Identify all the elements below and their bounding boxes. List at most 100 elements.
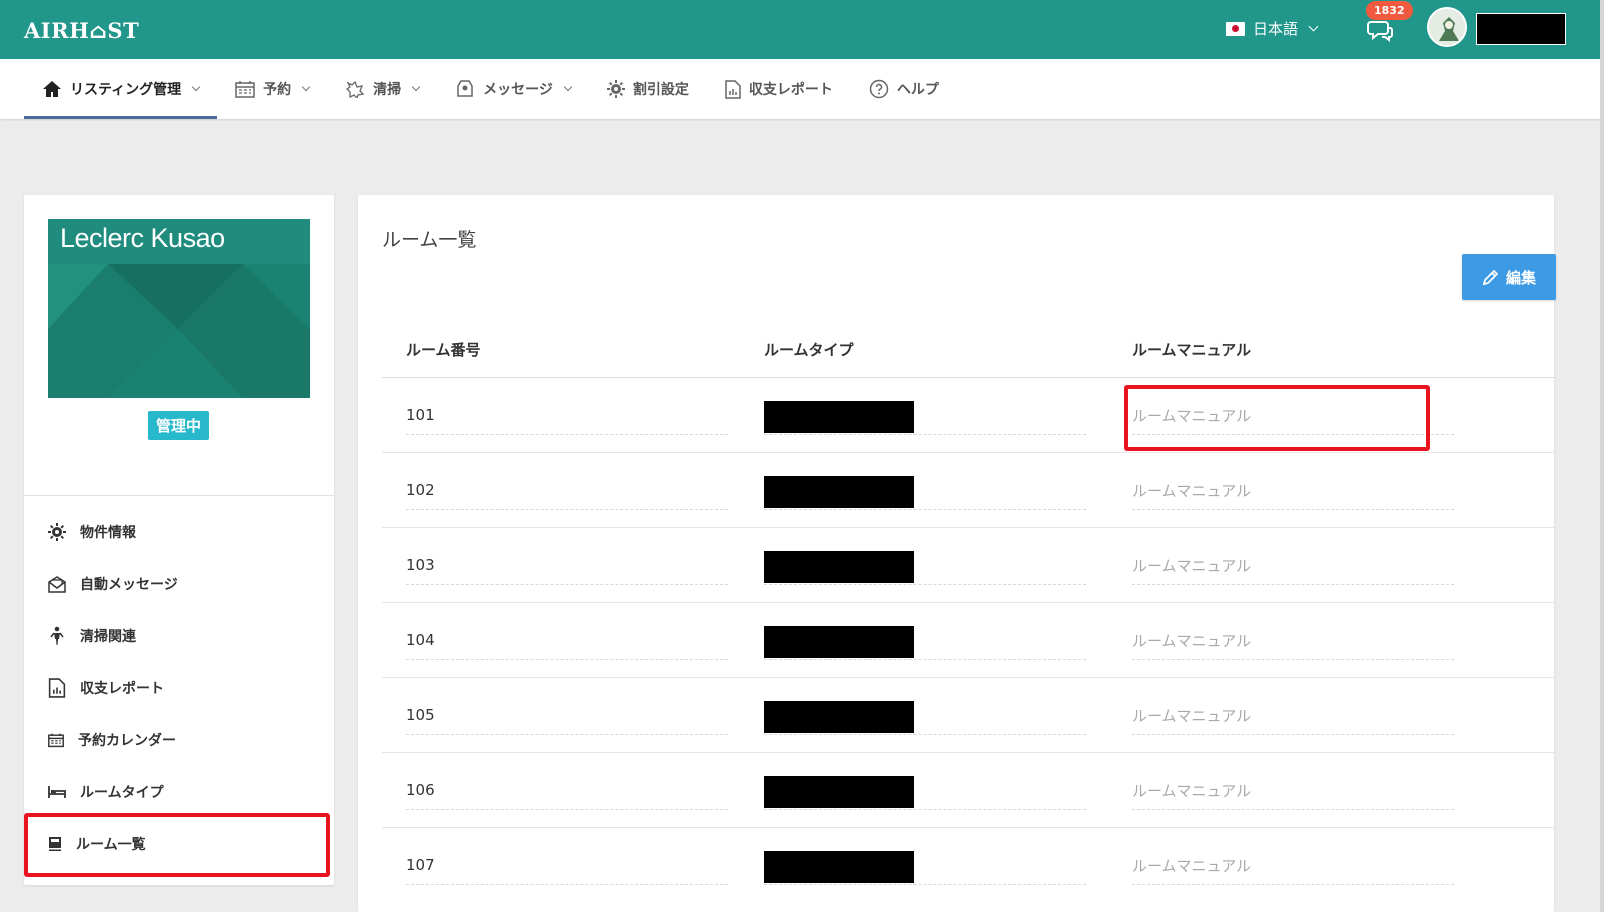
nav-help[interactable]: ヘルプ: [851, 59, 957, 119]
username-redacted[interactable]: [1476, 13, 1566, 45]
column-header-room-type: ルームタイプ: [764, 341, 854, 359]
room-manual-link[interactable]: ルームマニュアル: [1132, 855, 1251, 876]
main-nav: リスティング管理 予約 清掃 メッセージ 割引設定 収支レポート ヘルプ: [0, 59, 1604, 119]
language-selector[interactable]: 日本語: [1226, 18, 1319, 39]
nav-label: 割引設定: [632, 82, 689, 98]
room-number-underline: [406, 809, 728, 810]
edit-label: 編集: [1505, 268, 1536, 287]
nav-cleaning[interactable]: 清掃: [327, 59, 437, 119]
room-number-underline: [406, 734, 728, 735]
room-number-underline: [406, 509, 728, 510]
room-manual-underline: [1132, 509, 1454, 510]
nav-revenue-report[interactable]: 収支レポート: [707, 59, 851, 119]
room-type-underline: [764, 809, 1086, 810]
chevron-down-icon: [411, 82, 421, 92]
help-icon: [869, 79, 889, 99]
chevron-down-icon: [191, 82, 201, 92]
room-manual-link[interactable]: ルームマニュアル: [1132, 555, 1251, 576]
room-number: 103: [406, 556, 435, 574]
calendar-icon: [48, 733, 64, 748]
nav-messages[interactable]: メッセージ: [437, 59, 589, 119]
avatar[interactable]: [1427, 7, 1467, 47]
room-manual-underline: [1132, 884, 1454, 885]
divider: [24, 495, 334, 496]
nav-listing-management[interactable]: リスティング管理: [24, 59, 218, 119]
room-manual-link[interactable]: ルームマニュアル: [1132, 630, 1251, 651]
page-title: ルーム一覧: [382, 229, 477, 251]
calendar-icon: [235, 81, 255, 98]
edit-button[interactable]: 編集: [1462, 254, 1556, 300]
nav-discount-settings[interactable]: 割引設定: [589, 59, 707, 119]
sidebar-item-label: 予約カレンダー: [78, 733, 176, 749]
room-number: 106: [406, 781, 435, 799]
home-icon: [43, 81, 61, 97]
sidebar-item-label: 物件情報: [80, 525, 136, 541]
table-row: 105 ルームマニュアル: [382, 678, 1556, 753]
room-manual-link[interactable]: ルームマニュアル: [1132, 480, 1251, 501]
room-manual-underline: [1132, 659, 1454, 660]
status-badge: 管理中: [148, 411, 210, 440]
room-number: 105: [406, 706, 435, 724]
gear-icon: [606, 80, 625, 98]
table-row: 102 ルームマニュアル: [382, 453, 1556, 528]
sidebar-item-room-types[interactable]: ルームタイプ: [48, 777, 164, 807]
property-name: Leclerc Kusao: [60, 223, 225, 253]
highlight-box: [24, 813, 330, 877]
room-number: 107: [406, 856, 435, 874]
notification-badge: 1832: [1366, 1, 1413, 20]
column-header-room-manual: ルームマニュアル: [1132, 341, 1252, 359]
table-row: 104 ルームマニュアル: [382, 603, 1556, 678]
airhost-logo[interactable]: AIRH⌂ST: [24, 18, 139, 43]
room-number-underline: [406, 884, 728, 885]
nav-label: ヘルプ: [896, 82, 939, 98]
nav-label: 予約: [263, 82, 292, 98]
property-hero-image: Leclerc Kusao: [48, 219, 310, 398]
pencil-icon: [1482, 269, 1499, 286]
sidebar-item-cleaning[interactable]: 清掃関連: [48, 621, 136, 651]
person-icon: [50, 626, 64, 645]
sidebar-item-label: ルームタイプ: [80, 785, 164, 801]
room-manual-link[interactable]: ルームマニュアル: [1132, 705, 1251, 726]
sidebar-item-revenue-report[interactable]: 収支レポート: [48, 673, 164, 703]
room-type-underline: [764, 734, 1086, 735]
sidebar-item-reservation-calendar[interactable]: 予約カレンダー: [48, 725, 176, 755]
room-type-redacted: [764, 776, 914, 808]
language-label: 日本語: [1253, 20, 1299, 38]
room-manual-underline: [1132, 584, 1454, 585]
room-type-underline: [764, 434, 1086, 435]
chevron-down-icon: [1308, 21, 1319, 32]
room-number-underline: [406, 659, 728, 660]
sidebar-item-label: 自動メッセージ: [80, 577, 178, 593]
room-manual-underline: [1132, 809, 1454, 810]
room-type-redacted: [764, 551, 914, 583]
room-type-underline: [764, 884, 1086, 885]
room-type-redacted: [764, 401, 914, 433]
japan-flag-icon: [1226, 21, 1245, 36]
room-number-underline: [406, 434, 728, 435]
table-row: 103 ルームマニュアル: [382, 528, 1556, 603]
nav-label: リスティング管理: [70, 82, 182, 98]
room-number: 101: [406, 406, 435, 424]
envelope-icon: [48, 576, 66, 593]
message-icon: [457, 80, 473, 97]
nav-label: メッセージ: [483, 82, 553, 98]
sidebar-item-label: 清掃関連: [80, 629, 136, 645]
chevron-down-icon: [301, 82, 311, 92]
report-icon: [48, 678, 66, 698]
highlight-box: [1124, 385, 1430, 451]
sidebar-item-label: 収支レポート: [80, 681, 164, 697]
sidebar-item-auto-messages[interactable]: 自動メッセージ: [48, 569, 178, 599]
cleaning-icon: [346, 80, 365, 98]
room-manual-underline: [1132, 734, 1454, 735]
sidebar-item-property-info[interactable]: 物件情報: [48, 517, 136, 547]
table-row: 107 ルームマニュアル: [382, 828, 1556, 903]
nav-label: 収支レポート: [748, 82, 833, 98]
room-manual-link[interactable]: ルームマニュアル: [1132, 780, 1251, 801]
report-icon: [725, 79, 741, 99]
gear-icon: [48, 523, 66, 541]
top-bar: AIRH⌂ST 日本語 1832: [0, 0, 1604, 59]
bed-icon: [48, 786, 66, 798]
nav-reservations[interactable]: 予約: [217, 59, 327, 119]
room-number: 104: [406, 631, 435, 649]
column-header-room-number: ルーム番号: [406, 341, 481, 359]
